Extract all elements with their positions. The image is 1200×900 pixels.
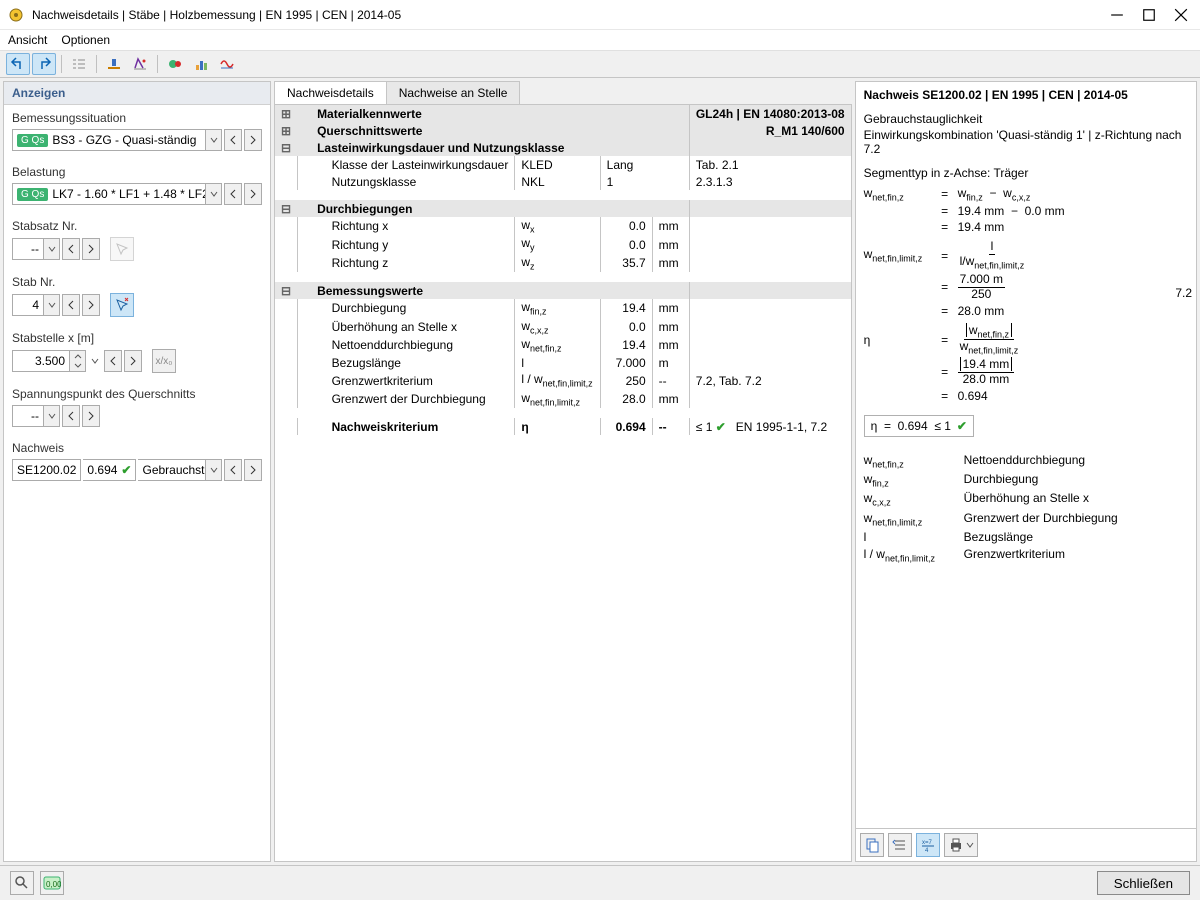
label-situation: Bemessungssituation [4, 105, 270, 127]
chevron-down-icon[interactable] [43, 239, 59, 259]
chevron-down-icon[interactable] [43, 406, 59, 426]
panel-mid: Nachweisdetails Nachweise an Stelle ⊞Mat… [274, 81, 852, 862]
search-icon[interactable] [10, 871, 34, 895]
prev-spannung[interactable] [62, 405, 80, 427]
svg-text:0,00: 0,00 [46, 880, 61, 889]
nachweis-value: 0.694✔ [83, 459, 136, 481]
menu-ansicht[interactable]: Ansicht [8, 33, 47, 47]
side-reference: 7.2 [1175, 286, 1192, 300]
prev-belastung[interactable] [224, 183, 242, 205]
next-nachweis[interactable] [244, 459, 262, 481]
label-stelle: Stabstelle x [m] [4, 325, 270, 347]
chevron-down-icon[interactable] [88, 350, 102, 372]
segment-type: Segmenttyp in z-Achse: Träger [864, 166, 1188, 180]
tabs: Nachweisdetails Nachweise an Stelle [274, 81, 852, 105]
menu-bar: Ansicht Optionen [0, 30, 1200, 50]
next-spannung[interactable] [82, 405, 100, 427]
badge-belastung: G Qs [17, 188, 48, 201]
next-stabnr[interactable] [82, 294, 100, 316]
close-button[interactable]: Schließen [1097, 871, 1190, 895]
combo-stabsatz[interactable]: -- [12, 238, 60, 260]
close-button[interactable] [1174, 8, 1188, 22]
tool-section-icon[interactable] [102, 53, 126, 75]
label-spannungspunkt: Spannungspunkt des Querschnitts [4, 381, 270, 403]
tool-arrow-left-icon[interactable] [6, 53, 30, 75]
list-icon[interactable] [888, 833, 912, 857]
result-box: η = 0.694 ≤ 1 ✔ [864, 415, 974, 437]
decimal-icon[interactable]: 0,00 [40, 871, 64, 895]
chevron-down-icon[interactable] [205, 460, 221, 480]
maximize-button[interactable] [1142, 8, 1156, 22]
panel-right: Nachweis SE1200.02 | EN 1995 | CEN | 201… [855, 81, 1197, 862]
tool-arrow-right-icon[interactable] [32, 53, 56, 75]
menu-optionen[interactable]: Optionen [61, 33, 110, 47]
formula-icon[interactable]: x=74 [916, 833, 940, 857]
right-subtitle1: Gebrauchstauglichkeit [864, 112, 1188, 126]
tool-list-icon[interactable] [67, 53, 91, 75]
nachweis-code: SE1200.02 [12, 459, 81, 481]
combo-spannung[interactable]: -- [12, 405, 60, 427]
tab-nachweise-an-stelle[interactable]: Nachweise an Stelle [386, 81, 521, 104]
definition-list: wnet,fin,zNettoenddurchbiegungwfin,zDurc… [864, 453, 1188, 564]
copy-icon[interactable] [860, 833, 884, 857]
input-stelle[interactable]: 3.500 [12, 350, 86, 372]
right-body: Gebrauchstauglichkeit Einwirkungskombina… [856, 108, 1196, 828]
select-stabnr-icon[interactable] [110, 293, 134, 317]
label-belastung: Belastung [4, 159, 270, 181]
next-belastung[interactable] [244, 183, 262, 205]
spinner-icon[interactable] [69, 351, 85, 371]
panel-left: Anzeigen Bemessungssituation G Qs BS3 - … [3, 81, 271, 862]
label-nachweis: Nachweis [4, 435, 270, 457]
select-stabsatz-icon[interactable] [110, 237, 134, 261]
svg-text:4: 4 [925, 848, 929, 853]
combo-stabnr[interactable]: 4 [12, 294, 60, 316]
app-icon [8, 7, 24, 23]
left-header: Anzeigen [4, 82, 270, 105]
print-icon[interactable] [944, 833, 978, 857]
label-stabsatz: Stabsatz Nr. [4, 213, 270, 235]
equations: wnet,fin,z=wfin,z − wc,x,z=19.4 mm − 0.0… [864, 186, 1188, 403]
tab-nachweisdetails[interactable]: Nachweisdetails [274, 81, 387, 104]
prev-stabsatz[interactable] [62, 238, 80, 260]
right-footer: x=74 [856, 828, 1196, 861]
combo-belastung[interactable]: G Qs LK7 - 1.60 * LF1 + 1.48 * LF2 ... [12, 183, 222, 205]
prev-stelle[interactable] [104, 350, 122, 372]
detail-table: ⊞MaterialkennwerteGL24h | EN 14080:2013-… [275, 105, 851, 435]
next-stelle[interactable] [124, 350, 142, 372]
tool-wave-icon[interactable] [215, 53, 239, 75]
window-title: Nachweisdetails | Stäbe | Holzbemessung … [32, 8, 1110, 22]
label-stabnr: Stab Nr. [4, 269, 270, 291]
svg-text:x=7: x=7 [922, 840, 933, 846]
chevron-down-icon[interactable] [43, 295, 59, 315]
prev-nachweis[interactable] [224, 459, 242, 481]
badge-situation: G Qs [17, 134, 48, 147]
tool-green-circle-icon[interactable] [163, 53, 187, 75]
prev-situation[interactable] [224, 129, 242, 151]
prev-stabnr[interactable] [62, 294, 80, 316]
right-subtitle2: Einwirkungskombination 'Quasi-ständig 1'… [864, 128, 1188, 156]
toolbar [0, 50, 1200, 78]
title-bar: Nachweisdetails | Stäbe | Holzbemessung … [0, 0, 1200, 30]
bottom-bar: 0,00 Schließen [0, 865, 1200, 900]
chevron-down-icon[interactable] [205, 184, 221, 204]
tool-stress-icon[interactable] [128, 53, 152, 75]
right-title: Nachweis SE1200.02 | EN 1995 | CEN | 201… [856, 82, 1196, 108]
x0-button[interactable]: x/x₀ [152, 349, 176, 373]
tool-bars-icon[interactable] [189, 53, 213, 75]
next-stabsatz[interactable] [82, 238, 100, 260]
chevron-down-icon[interactable] [205, 130, 221, 150]
next-situation[interactable] [244, 129, 262, 151]
combo-situation[interactable]: G Qs BS3 - GZG - Quasi-ständig [12, 129, 222, 151]
combo-nachweis[interactable]: Gebrauchst... [138, 459, 222, 481]
minimize-button[interactable] [1110, 8, 1124, 22]
